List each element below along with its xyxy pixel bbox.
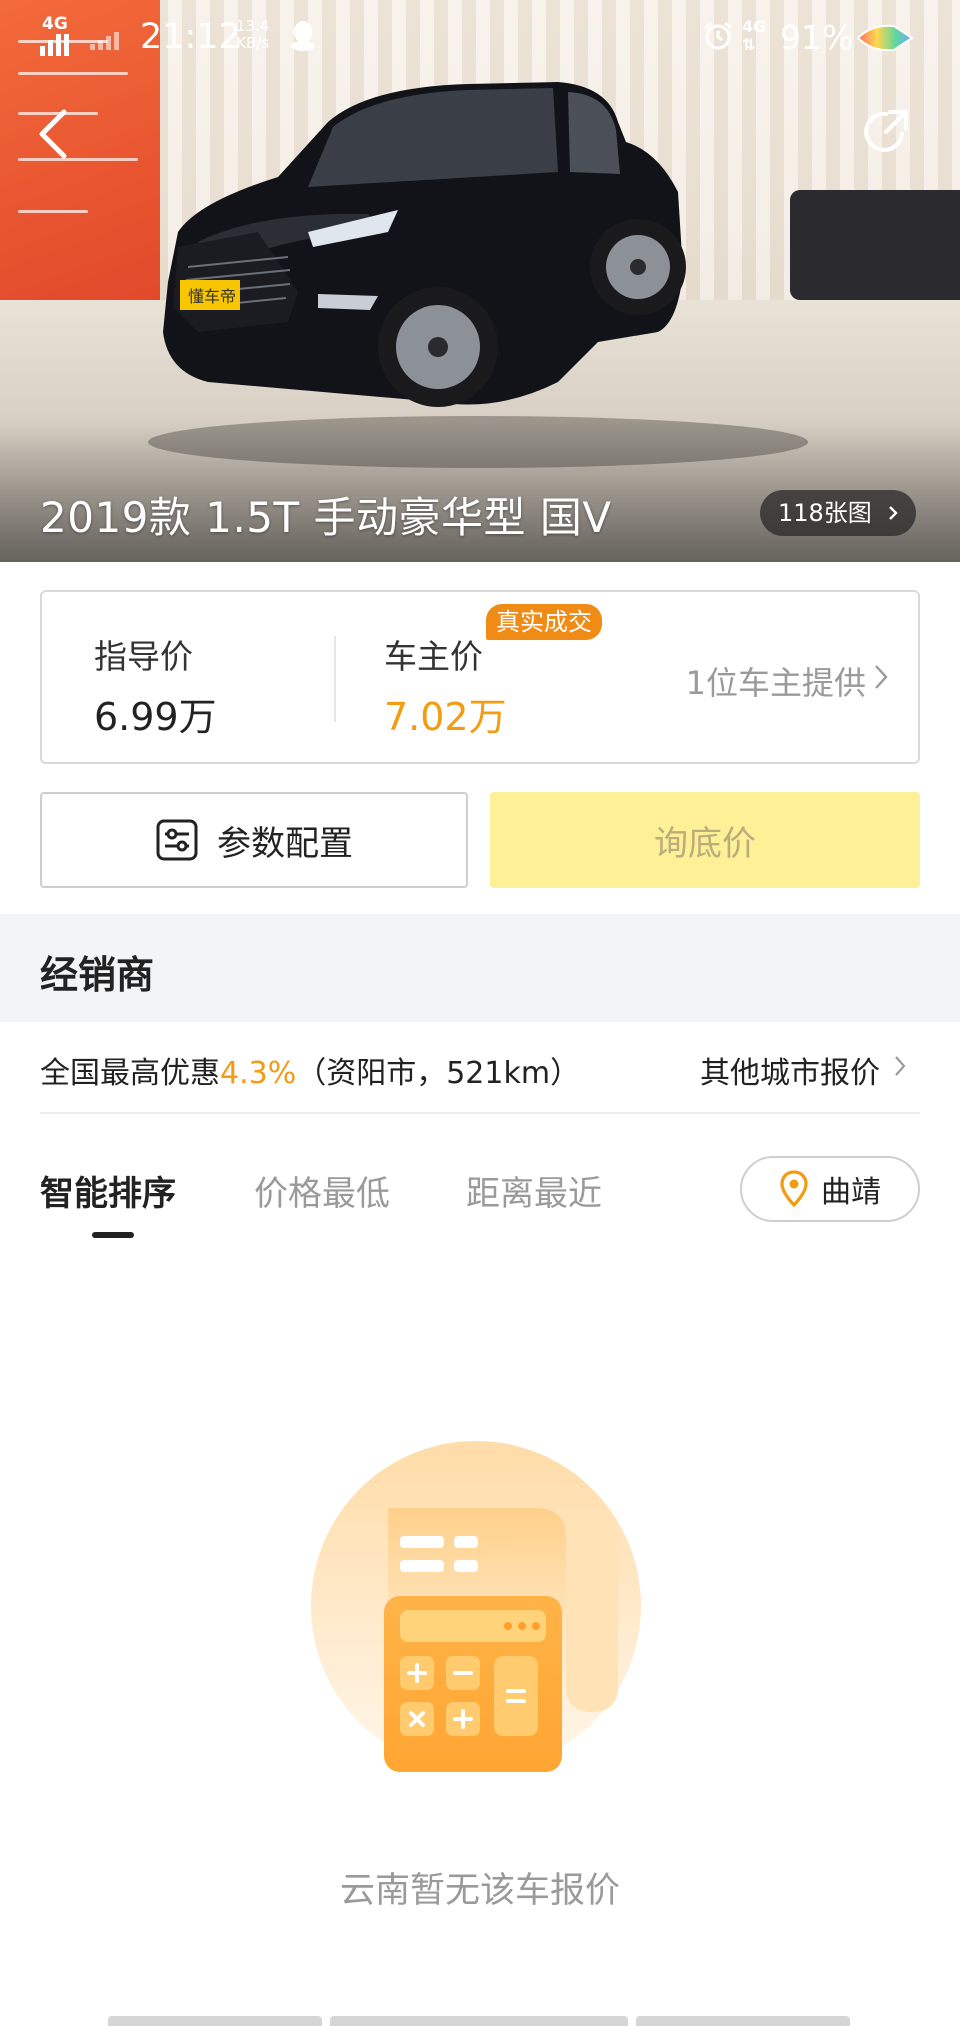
network-type: 4G xyxy=(742,17,767,36)
network-speed-unit: KB/s xyxy=(236,34,270,52)
location-pin-icon xyxy=(780,1170,808,1208)
tab-lowest-price[interactable]: 价格最低 xyxy=(254,1166,390,1215)
share-icon[interactable] xyxy=(860,104,914,158)
dealer-section-title: 经销商 xyxy=(40,953,155,997)
signal-secondary-icon xyxy=(90,30,124,50)
owner-provider-link[interactable]: 1位车主提供 xyxy=(686,658,866,704)
chevron-right-icon[interactable] xyxy=(894,1055,906,1077)
discount-prefix: 全国最高优惠 xyxy=(40,1056,220,1091)
calculator-receipt-icon xyxy=(311,1441,641,1772)
network-speed-value: 13.4 xyxy=(236,17,270,35)
owner-price: 车主价 7.02万 xyxy=(384,630,507,741)
network-label-left: 4G xyxy=(42,14,68,34)
status-bar: 4G 21:12 13.4 KB/s 4G ⇅ 91% xyxy=(0,0,960,74)
battery-percent: 91% xyxy=(780,18,854,57)
network-speed: 13.4 KB/s xyxy=(236,18,269,52)
sort-tabs: 智能排序 价格最低 距离最近 曲靖 xyxy=(40,1150,920,1240)
svg-text:懂车帝: 懂车帝 xyxy=(188,287,236,306)
data-arrows-icon: ⇅ xyxy=(742,35,756,54)
hero-photo[interactable]: 懂车帝 4G 21:12 13.4 KB/s 4G ⇅ 91% 2019款 1.… xyxy=(0,0,960,562)
battery-icon xyxy=(856,24,914,52)
status-time: 21:12 xyxy=(140,17,241,57)
chevron-right-icon[interactable] xyxy=(874,664,888,690)
alarm-icon xyxy=(704,21,732,50)
photo-count-button[interactable]: 118张图 xyxy=(760,490,916,536)
empty-state-message: 云南暂无该车报价 xyxy=(339,1871,620,1911)
network-label-right: 4G ⇅ xyxy=(742,18,766,54)
city-selector-button[interactable]: 曲靖 xyxy=(740,1156,920,1222)
city-name: 曲靖 xyxy=(821,1175,881,1210)
tab-smart-sort[interactable]: 智能排序 xyxy=(40,1166,176,1215)
other-cities-link[interactable]: 其他城市报价 xyxy=(700,1048,880,1092)
national-discount: 全国最高优惠4.3%（资阳市，521km） xyxy=(40,1048,580,1092)
discount-location: （资阳市，521km） xyxy=(296,1056,581,1091)
showroom-sofa xyxy=(790,190,960,300)
qq-icon xyxy=(291,21,315,51)
car-image: 懂车帝 xyxy=(148,82,808,468)
back-icon[interactable] xyxy=(34,104,74,164)
tab-nearest[interactable]: 距离最近 xyxy=(466,1166,602,1215)
settings-sliders-icon xyxy=(156,819,198,861)
signal-icon: 4G xyxy=(40,14,70,56)
guide-price-value: 6.99万 xyxy=(94,695,217,739)
guide-price: 指导价 6.99万 xyxy=(94,630,217,741)
discount-row[interactable]: 全国最高优惠4.3%（资阳市，521km） 其他城市报价 xyxy=(40,1022,920,1114)
discount-percent: 4.3% xyxy=(220,1056,297,1091)
chevron-right-icon xyxy=(888,506,898,520)
guide-price-label: 指导价 xyxy=(94,637,193,676)
owner-price-value: 7.02万 xyxy=(384,695,507,739)
real-deal-badge: 真实成交 xyxy=(486,604,602,640)
car-model-title: 2019款 1.5T 手动豪华型 国V xyxy=(40,493,612,542)
price-divider xyxy=(334,636,336,722)
inquiry-price-button[interactable]: 询底价 xyxy=(490,792,920,888)
config-button-label: 参数配置 xyxy=(217,823,353,864)
photo-count-label: 118张图 xyxy=(778,499,872,527)
active-tab-indicator xyxy=(92,1232,134,1238)
price-card: 指导价 6.99万 车主价 7.02万 真实成交 1位车主提供 xyxy=(40,590,920,764)
dealer-section-header: 经销商 xyxy=(0,914,960,1022)
config-button[interactable]: 参数配置 xyxy=(40,792,468,888)
